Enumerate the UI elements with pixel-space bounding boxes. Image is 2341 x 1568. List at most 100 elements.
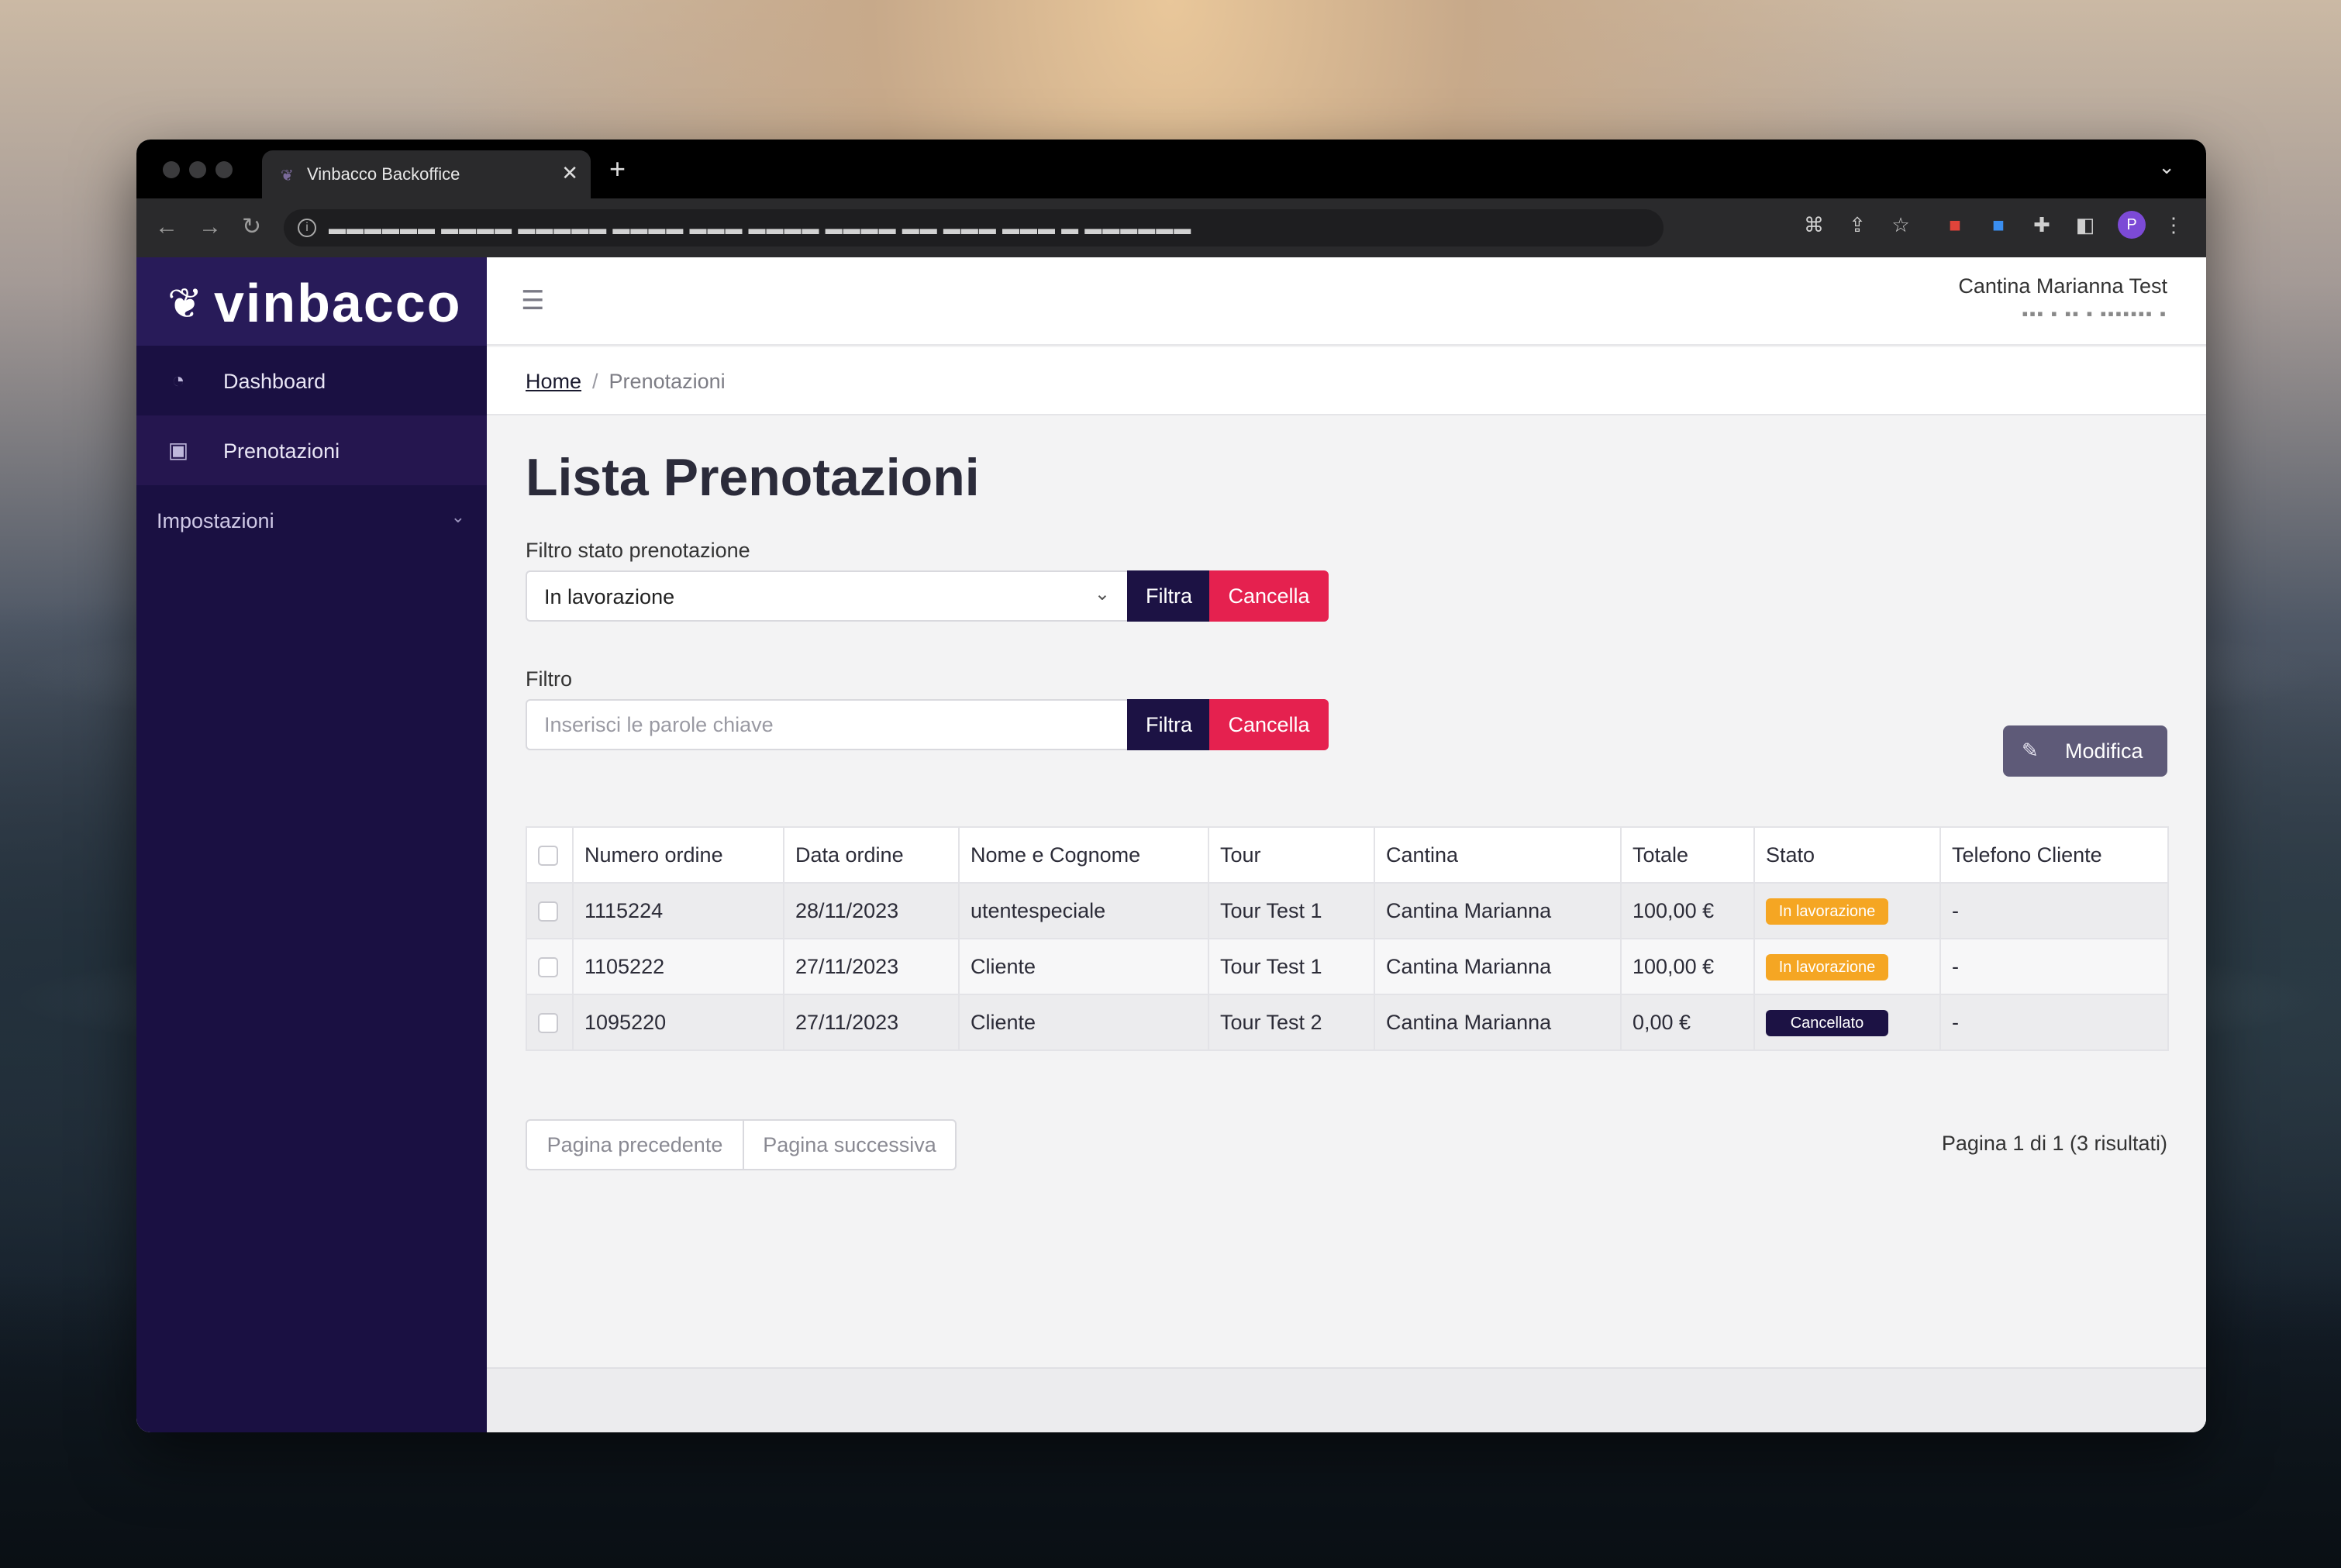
grape-favicon-icon: ❦ bbox=[281, 167, 294, 184]
share-icon[interactable]: ⇪ bbox=[1845, 212, 1870, 237]
order-date-cell: 27/11/2023 bbox=[783, 938, 960, 995]
browser-tab-bar: ❦ Vinbacco Backoffice ✕ + ⌄ bbox=[136, 140, 2206, 198]
profile-avatar[interactable]: P bbox=[2118, 211, 2146, 239]
row-select-cell bbox=[526, 882, 574, 939]
window-close-dot[interactable] bbox=[163, 161, 180, 178]
breadcrumb-home-link[interactable]: Home bbox=[526, 370, 581, 393]
translate-icon[interactable]: ⌘ bbox=[1801, 212, 1826, 237]
row-checkbox[interactable] bbox=[538, 901, 558, 922]
edit-button-label: Modifica bbox=[2065, 739, 2143, 763]
back-arrow-icon[interactable]: ← bbox=[155, 214, 178, 240]
status-cancel-button[interactable]: Cancella bbox=[1209, 570, 1329, 622]
pagination: Pagina precedente Pagina successiva bbox=[526, 1119, 957, 1170]
tour-cell: Tour Test 1 bbox=[1208, 882, 1375, 939]
next-page-button[interactable]: Pagina successiva bbox=[744, 1121, 955, 1169]
tab-search-chevron-icon[interactable]: ⌄ bbox=[2158, 155, 2175, 179]
breadcrumb-current: Prenotazioni bbox=[609, 370, 726, 393]
winery-cell: Cantina Marianna bbox=[1374, 938, 1622, 995]
status-badge: In lavorazione bbox=[1766, 953, 1888, 980]
total-cell: 100,00 € bbox=[1620, 938, 1755, 995]
status-badge: In lavorazione bbox=[1766, 898, 1888, 925]
extensions-puzzle-icon[interactable]: ✚ bbox=[2029, 212, 2054, 237]
grape-logo-icon: ❦ bbox=[167, 281, 203, 327]
column-header[interactable]: Stato bbox=[1753, 826, 1941, 884]
sidebar-item-label: Prenotazioni bbox=[223, 439, 340, 463]
winery-cell: Cantina Marianna bbox=[1374, 882, 1622, 939]
bookings-table: Numero ordine Data ordine Nome e Cognome… bbox=[526, 826, 2169, 1051]
select-all-cell bbox=[526, 826, 574, 884]
sidebar: ❦ vinbacco ◔ Dashboard ▣ Prenotazioni Im… bbox=[136, 257, 487, 1432]
browser-window: ❦ Vinbacco Backoffice ✕ + ⌄ ← → ↻ i ▬▬▬▬… bbox=[136, 140, 2206, 1432]
window-maximize-dot[interactable] bbox=[215, 161, 233, 178]
edit-button[interactable]: ✎ Modifica bbox=[2003, 725, 2167, 777]
reload-icon[interactable]: ↻ bbox=[242, 214, 261, 240]
keyword-filter-button[interactable]: Filtra bbox=[1127, 699, 1211, 750]
site-info-icon[interactable]: i bbox=[298, 219, 316, 237]
order-number-cell: 1115224 bbox=[572, 882, 784, 939]
user-name[interactable]: Cantina Marianna Test bbox=[1958, 273, 2167, 299]
column-header[interactable]: Data ordine bbox=[783, 826, 960, 884]
table-header-row: Numero ordine Data ordine Nome e Cognome… bbox=[526, 826, 2169, 884]
page-title: Lista Prenotazioni bbox=[526, 448, 980, 507]
tab-title: Vinbacco Backoffice bbox=[307, 164, 460, 184]
total-cell: 0,00 € bbox=[1620, 994, 1755, 1051]
phone-cell: - bbox=[1939, 938, 2169, 995]
status-filter-label: Filtro stato prenotazione bbox=[526, 539, 750, 562]
sidebar-group-label: Impostazioni bbox=[157, 509, 274, 532]
pagination-info: Pagina 1 di 1 (3 risultati) bbox=[1941, 1132, 2167, 1155]
sidebar-item-prenotazioni[interactable]: ▣ Prenotazioni bbox=[136, 415, 487, 485]
keyword-search-input[interactable] bbox=[526, 699, 1129, 750]
app-root: ❦ vinbacco ◔ Dashboard ▣ Prenotazioni Im… bbox=[136, 257, 2206, 1432]
extension-blue-icon[interactable]: ■ bbox=[1986, 212, 2011, 237]
new-tab-button[interactable]: + bbox=[609, 155, 626, 183]
breadcrumb: Home / Prenotazioni bbox=[487, 347, 2206, 415]
order-date-cell: 28/11/2023 bbox=[783, 882, 960, 939]
column-header[interactable]: Cantina bbox=[1374, 826, 1622, 884]
window-minimize-dot[interactable] bbox=[189, 161, 206, 178]
column-header[interactable]: Telefono Cliente bbox=[1939, 826, 2169, 884]
column-header[interactable]: Numero ordine bbox=[572, 826, 784, 884]
user-email-redacted: ▪▪▪ ▪ ▪▪ ▪ ▪▪▪▪▪▪▪ ▪ bbox=[2022, 304, 2167, 323]
customer-name-cell: Cliente bbox=[958, 938, 1209, 995]
browser-tab[interactable]: ❦ Vinbacco Backoffice ✕ bbox=[262, 150, 591, 198]
sidebar-group-impostazioni[interactable]: Impostazioni ⌄ bbox=[136, 485, 487, 555]
tab-close-icon[interactable]: ✕ bbox=[561, 161, 578, 184]
customer-name-cell: Cliente bbox=[958, 994, 1209, 1051]
browser-menu-icon[interactable]: ⋮ bbox=[2161, 212, 2186, 237]
extension-red-icon[interactable]: ■ bbox=[1943, 212, 1967, 237]
row-select-cell bbox=[526, 938, 574, 995]
bookings-contact-icon: ▣ bbox=[167, 438, 189, 462]
status-filter-button[interactable]: Filtra bbox=[1127, 570, 1211, 622]
status-filter-select[interactable]: In lavorazione ⌄ bbox=[526, 570, 1129, 622]
hamburger-menu-icon[interactable]: ☰ bbox=[521, 285, 544, 316]
customer-name-cell: utentespeciale bbox=[958, 882, 1209, 939]
chevron-down-icon: ⌄ bbox=[450, 507, 465, 526]
previous-page-button[interactable]: Pagina precedente bbox=[527, 1121, 743, 1169]
forward-arrow-icon[interactable]: → bbox=[198, 214, 222, 240]
bookmark-star-icon[interactable]: ☆ bbox=[1888, 212, 1913, 237]
status-cell: In lavorazione bbox=[1753, 938, 1941, 995]
url-text: ▬▬▬▬▬▬ ▬▬▬▬ ▬▬▬▬▬ ▬▬▬▬ ▬▬▬ ▬▬▬▬ ▬▬▬▬ ▬▬ … bbox=[329, 219, 1192, 238]
browser-toolbar: ← → ↻ i ▬▬▬▬▬▬ ▬▬▬▬ ▬▬▬▬▬ ▬▬▬▬ ▬▬▬ ▬▬▬▬ … bbox=[136, 198, 2206, 257]
dashboard-gauge-icon: ◔ bbox=[171, 368, 185, 392]
row-checkbox[interactable] bbox=[538, 957, 558, 978]
column-header[interactable]: Tour bbox=[1208, 826, 1375, 884]
column-header[interactable]: Nome e Cognome bbox=[958, 826, 1209, 884]
column-header[interactable]: Totale bbox=[1620, 826, 1755, 884]
side-panel-icon[interactable]: ◧ bbox=[2073, 212, 2098, 237]
phone-cell: - bbox=[1939, 994, 2169, 1051]
brand-logo-text: vinbacco bbox=[214, 273, 462, 333]
table-row[interactable]: 1115224 28/11/2023 utentespeciale Tour T… bbox=[526, 882, 2169, 939]
address-bar[interactable]: i ▬▬▬▬▬▬ ▬▬▬▬ ▬▬▬▬▬ ▬▬▬▬ ▬▬▬ ▬▬▬▬ ▬▬▬▬ ▬… bbox=[284, 209, 1664, 246]
sidebar-item-dashboard[interactable]: ◔ Dashboard bbox=[136, 346, 487, 415]
page-footer bbox=[487, 1367, 2206, 1432]
row-checkbox[interactable] bbox=[538, 1013, 558, 1034]
keyword-cancel-button[interactable]: Cancella bbox=[1209, 699, 1329, 750]
tour-cell: Tour Test 2 bbox=[1208, 994, 1375, 1051]
top-header: ☰ Cantina Marianna Test ▪▪▪ ▪ ▪▪ ▪ ▪▪▪▪▪… bbox=[487, 257, 2206, 346]
table-row[interactable]: 1095220 27/11/2023 Cliente Tour Test 2 C… bbox=[526, 994, 2169, 1051]
status-cell: Cancellato bbox=[1753, 994, 1941, 1051]
table-row[interactable]: 1105222 27/11/2023 Cliente Tour Test 1 C… bbox=[526, 938, 2169, 995]
main-content: ☰ Cantina Marianna Test ▪▪▪ ▪ ▪▪ ▪ ▪▪▪▪▪… bbox=[487, 257, 2206, 1432]
select-all-checkbox[interactable] bbox=[538, 846, 558, 867]
